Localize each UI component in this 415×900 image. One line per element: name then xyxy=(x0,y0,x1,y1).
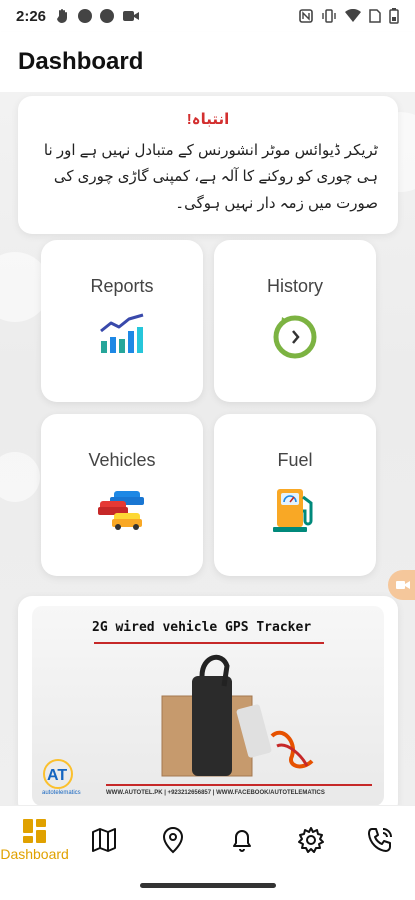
circle-icon xyxy=(78,9,93,23)
nav-map[interactable] xyxy=(69,806,138,873)
warning-card: انتباہ! ٹریکر ڈیوائس موٹر انشورنس کے متب… xyxy=(18,96,398,234)
svg-text:autotelematics: autotelematics xyxy=(42,790,81,796)
page-title: Dashboard xyxy=(18,48,144,75)
status-time: 2:26 xyxy=(16,7,47,25)
promo-banner-card[interactable]: 2G wired vehicle GPS Tracker AT autotele… xyxy=(18,596,398,805)
phone-icon xyxy=(368,827,393,852)
nav-location[interactable] xyxy=(138,806,207,873)
map-icon xyxy=(91,827,116,852)
banner-footer-divider xyxy=(106,784,372,786)
dashboard-grid-icon xyxy=(22,818,46,843)
fuel-pump-icon xyxy=(273,487,317,538)
vibrate-icon xyxy=(322,9,336,23)
autotelematics-logo: AT autotelematics xyxy=(42,759,81,796)
history-label: History xyxy=(266,276,323,296)
reports-tile[interactable]: Reports xyxy=(41,240,203,402)
wifi-icon xyxy=(345,9,361,22)
banner-footer: WWW.AUTOTEL.PK | +923212656857 | WWW.FAC… xyxy=(106,790,325,796)
promo-banner: 2G wired vehicle GPS Tracker AT autotele… xyxy=(32,606,384,805)
status-left-icons xyxy=(56,8,140,24)
nav-settings[interactable] xyxy=(277,806,346,873)
background-decoration xyxy=(0,452,40,502)
nav-dashboard-label: Dashboard xyxy=(0,845,69,862)
history-tile[interactable]: History xyxy=(214,240,376,402)
sim-icon xyxy=(369,9,381,23)
status-right-icons xyxy=(299,8,399,24)
nav-dashboard[interactable]: Dashboard xyxy=(0,806,69,873)
nfc-icon xyxy=(299,9,313,23)
fuel-tile[interactable]: Fuel xyxy=(214,414,376,576)
hand-icon xyxy=(57,9,68,24)
floating-video-chip[interactable] xyxy=(388,570,415,600)
banner-divider xyxy=(94,642,324,644)
nav-notifications[interactable] xyxy=(208,806,277,873)
svg-text:AT: AT xyxy=(47,767,67,784)
vehicles-tile[interactable]: Vehicles xyxy=(41,414,203,576)
app-bar: Dashboard xyxy=(0,32,415,92)
bar-chart-icon xyxy=(99,313,145,360)
video-icon xyxy=(123,11,140,21)
gps-tracker-device-image xyxy=(161,654,314,777)
vehicles-label: Vehicles xyxy=(88,450,156,470)
history-clock-icon xyxy=(272,313,318,364)
circle-icon xyxy=(100,9,115,23)
cars-icon xyxy=(98,487,146,536)
battery-icon xyxy=(389,8,399,24)
bell-icon xyxy=(233,829,252,852)
home-gesture-handle[interactable] xyxy=(140,883,276,888)
location-pin-icon xyxy=(162,826,183,853)
reports-label: Reports xyxy=(90,276,154,296)
fuel-label: Fuel xyxy=(277,450,313,470)
warning-text: ٹریکر ڈیوائس موٹر انشورنس کے متبادل نہیں… xyxy=(43,142,378,212)
gesture-navigation-bar xyxy=(0,873,415,900)
status-bar: 2:26 xyxy=(0,0,415,32)
warning-title: انتباہ! xyxy=(186,111,230,128)
bottom-navigation: Dashboard xyxy=(0,805,415,873)
video-icon xyxy=(396,581,410,589)
dashboard-content[interactable]: انتباہ! ٹریکر ڈیوائس موٹر انشورنس کے متب… xyxy=(0,92,415,805)
gear-icon xyxy=(298,826,325,853)
nav-call[interactable] xyxy=(346,806,415,873)
banner-title: 2G wired vehicle GPS Tracker xyxy=(92,620,312,635)
